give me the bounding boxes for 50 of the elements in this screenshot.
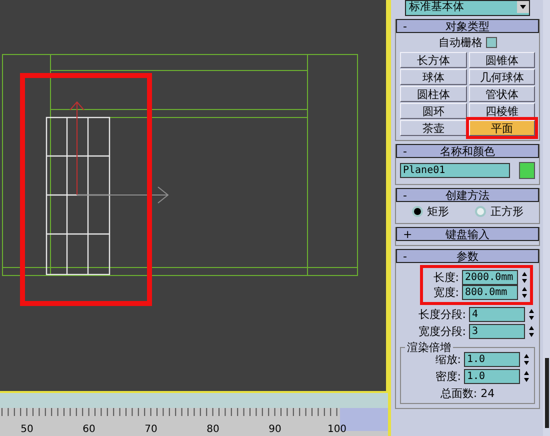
radio-dot[interactable] (475, 206, 486, 217)
radio-option[interactable]: 正方形 (475, 204, 524, 219)
category-dropdown[interactable]: 标准基本体 (405, 0, 530, 16)
primitive-button[interactable]: 茶壶 (400, 120, 466, 136)
rollout-header[interactable]: - 创建方法 (396, 188, 539, 202)
field-label: 宽度分段: (417, 324, 466, 339)
rollout-header[interactable]: + 键盘输入 (396, 227, 539, 241)
autogrid-checkbox[interactable] (486, 37, 496, 48)
rollout-header[interactable]: - 参数 (396, 249, 539, 263)
ruler-label: 50 (20, 423, 34, 436)
name-field[interactable]: Plane01 (400, 162, 510, 178)
field-label: 密度: (434, 369, 461, 384)
primitive-button[interactable]: 圆环 (400, 103, 466, 119)
color-swatch[interactable] (519, 162, 535, 178)
spinner-field[interactable]: 1.0 (464, 369, 520, 384)
field-label: 缩放: (434, 352, 461, 367)
spinner-field[interactable]: 1.0 (464, 352, 520, 367)
primitive-button[interactable]: 圆柱体 (400, 86, 466, 102)
primitive-button[interactable]: 球体 (400, 69, 466, 85)
primitive-button[interactable]: 平面 (468, 120, 535, 136)
scrollbar-thumb[interactable] (545, 358, 549, 428)
radio-option[interactable]: 矩形 (412, 204, 449, 219)
spinner-icon[interactable] (523, 353, 530, 366)
ruler-label: 80 (206, 423, 220, 436)
ruler-label: 100 (326, 423, 348, 436)
spinner-field[interactable]: 800.0mm (462, 285, 518, 300)
spinner-field[interactable]: 2000.0mm (462, 270, 518, 285)
primitive-button[interactable]: 几何球体 (468, 69, 535, 85)
primitive-button[interactable]: 长方体 (400, 52, 466, 68)
group-title: 渲染倍增 (405, 340, 453, 355)
spinner-field[interactable]: 4 (469, 307, 525, 322)
rollout-header[interactable]: - 名称和颜色 (396, 144, 539, 158)
primitive-button[interactable]: 管状体 (468, 86, 535, 102)
face-count: 总面数: 24 (440, 386, 495, 401)
field-label: 长度: (432, 270, 459, 285)
rollout-header[interactable]: - 对象类型 (396, 19, 539, 33)
autogrid-label: 自动栅格 (438, 35, 482, 50)
primitive-button[interactable]: 圆锥体 (468, 52, 535, 68)
spinner-icon[interactable] (528, 308, 535, 321)
field-label: 长度分段: (417, 307, 466, 322)
field-label: 宽度: (432, 285, 459, 300)
spinner-icon[interactable] (528, 325, 535, 338)
ruler-label: 70 (144, 423, 158, 436)
spinner-icon[interactable] (521, 271, 528, 284)
spinner-field[interactable]: 3 (469, 324, 525, 339)
ruler-label: 90 (268, 423, 282, 436)
spinner-icon[interactable] (523, 370, 530, 383)
radio-dot[interactable] (412, 206, 423, 217)
spinner-icon[interactable] (521, 286, 528, 299)
ruler-label: 60 (82, 423, 96, 436)
